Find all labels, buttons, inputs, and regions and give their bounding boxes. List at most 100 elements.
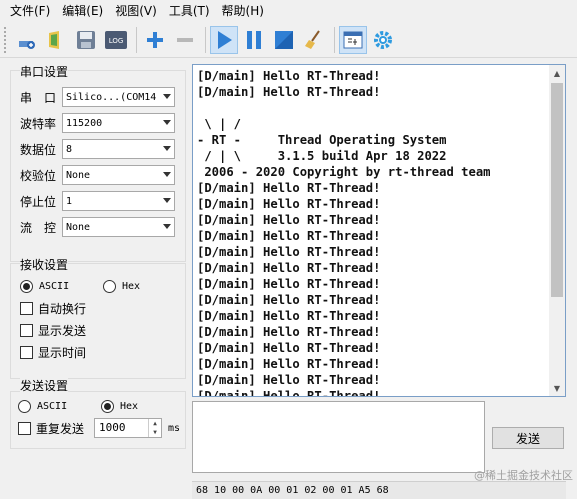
- menu-edit[interactable]: 编辑(E): [56, 0, 109, 22]
- databits-label: 数据位: [20, 142, 57, 157]
- terminal-line: [D/main] Hello RT-Thread!: [197, 293, 381, 307]
- port-value: Silico...(COM14: [66, 91, 157, 103]
- open-icon[interactable]: [42, 26, 70, 54]
- wordwrap-checkbox[interactable]: [20, 301, 33, 315]
- log-icon[interactable]: LOG: [102, 26, 130, 54]
- chevron-down-icon[interactable]: [163, 146, 171, 151]
- window-icon[interactable]: [339, 25, 367, 54]
- showsend-label: 显示发送: [38, 323, 87, 338]
- terminal-line: [D/main] Hello RT-Thread!: [197, 69, 381, 83]
- toolbar-grip[interactable]: [4, 26, 8, 53]
- showtime-row: 显示时间: [20, 341, 86, 363]
- pause-icon[interactable]: [240, 26, 268, 54]
- receive-terminal[interactable]: [D/main] Hello RT-Thread! [D/main] Hello …: [192, 64, 566, 397]
- interval-unit: ms: [168, 422, 181, 434]
- terminal-line: [D/main] Hello RT-Thread!: [197, 373, 381, 387]
- port-select[interactable]: Silico...(COM14: [62, 87, 175, 107]
- chevron-down-icon[interactable]: [163, 172, 171, 177]
- terminal-line: [D/main] Hello RT-Thread!: [197, 357, 381, 371]
- terminal-line: [D/main] Hello RT-Thread!: [197, 229, 381, 243]
- terminal-line: [D/main] Hello RT-Thread!: [197, 213, 381, 227]
- repeat-row: 重复发送 1000 ▲ ▼ ms: [18, 417, 180, 439]
- baud-select[interactable]: 115200: [62, 113, 175, 133]
- menu-tools[interactable]: 工具(T): [163, 0, 216, 22]
- terminal-line: [D/main] Hello RT-Thread!: [197, 325, 381, 339]
- chevron-down-icon[interactable]: ▼: [149, 428, 161, 437]
- parity-label: 校验位: [20, 168, 57, 183]
- menu-view[interactable]: 视图(V): [109, 0, 163, 22]
- chevron-up-icon[interactable]: ▲: [149, 419, 161, 428]
- receive-hex-radio[interactable]: [103, 279, 116, 293]
- stop-icon[interactable]: [270, 26, 298, 54]
- baud-value: 115200: [66, 117, 103, 129]
- databits-select[interactable]: 8: [62, 139, 175, 159]
- receive-ascii-radio[interactable]: [20, 279, 33, 293]
- status-bar: 68 10 00 0A 00 01 02 00 01 A5 68: [192, 481, 566, 499]
- receive-settings-title: 接收设置: [20, 256, 69, 273]
- terminal-line: [D/main] Hello RT-Thread!: [197, 245, 381, 259]
- settings-icon[interactable]: [369, 26, 397, 54]
- toolbar-separator: [205, 26, 206, 53]
- port-label: 串 口: [20, 90, 57, 105]
- toolbar-separator: [136, 26, 137, 53]
- parity-select[interactable]: None: [62, 165, 175, 185]
- repeat-checkbox[interactable]: [18, 421, 31, 435]
- chevron-down-icon[interactable]: [163, 94, 171, 99]
- send-settings-title: 发送设置: [20, 377, 69, 394]
- chevron-down-icon[interactable]: [163, 224, 171, 229]
- terminal-line: - RT - Thread Operating System: [197, 133, 447, 147]
- terminal-line: [D/main] Hello RT-Thread!: [197, 197, 381, 211]
- terminal-line: / | \ 3.1.5 build Apr 18 2022: [197, 149, 447, 163]
- wordwrap-row: 自动换行: [20, 297, 86, 319]
- showsend-row: 显示发送: [20, 319, 86, 341]
- parity-row: 校验位 None: [20, 164, 175, 186]
- terminal-line: [D/main] Hello RT-Thread!: [197, 85, 381, 99]
- flowcontrol-label: 流 控: [20, 220, 57, 235]
- remove-icon[interactable]: [171, 26, 199, 54]
- terminal-line: [D/main] Hello RT-Thread!: [197, 261, 381, 275]
- serial-settings-title: 串口设置: [20, 63, 69, 80]
- send-button[interactable]: 发送: [492, 427, 564, 449]
- send-ascii-radio[interactable]: [18, 399, 31, 413]
- showtime-checkbox[interactable]: [20, 345, 33, 359]
- send-ascii-label: ASCII: [37, 400, 68, 412]
- vertical-scrollbar[interactable]: ▲ ▼: [549, 65, 565, 396]
- terminal-line: 2006 - 2020 Copyright by rt-thread team: [197, 165, 491, 179]
- terminal-output: [D/main] Hello RT-Thread! [D/main] Hello …: [197, 68, 547, 396]
- showsend-checkbox[interactable]: [20, 323, 33, 337]
- svg-text:LOG: LOG: [109, 37, 124, 45]
- toolbar: LOG: [0, 22, 577, 58]
- baud-label: 波特率: [20, 116, 57, 131]
- stopbits-row: 停止位 1: [20, 190, 175, 212]
- clear-icon[interactable]: [300, 26, 328, 54]
- new-icon[interactable]: [12, 26, 40, 54]
- add-icon[interactable]: [141, 26, 169, 54]
- play-icon[interactable]: [210, 25, 238, 54]
- parity-value: None: [66, 169, 91, 181]
- flowcontrol-select[interactable]: None: [62, 217, 175, 237]
- showtime-label: 显示时间: [38, 345, 87, 360]
- toolbar-separator: [334, 26, 335, 53]
- scroll-down-icon[interactable]: ▼: [549, 380, 565, 396]
- send-hex-radio[interactable]: [101, 399, 114, 413]
- baud-row: 波特率 115200: [20, 112, 175, 134]
- menu-file[interactable]: 文件(F): [4, 0, 56, 22]
- scroll-up-icon[interactable]: ▲: [549, 65, 565, 81]
- terminal-line: [D/main] Hello RT-Thread!: [197, 309, 381, 323]
- stopbits-select[interactable]: 1: [62, 191, 175, 211]
- repeat-label: 重复发送: [36, 421, 85, 436]
- interval-value: 1000: [99, 421, 126, 434]
- chevron-down-icon[interactable]: [163, 120, 171, 125]
- save-icon[interactable]: [72, 26, 100, 54]
- chevron-down-icon[interactable]: [163, 198, 171, 203]
- stopbits-value: 1: [66, 195, 73, 207]
- terminal-line: [D/main] Hello RT-Thread!: [197, 341, 381, 355]
- send-mode-row: ASCII Hex: [18, 395, 138, 417]
- wordwrap-label: 自动换行: [38, 301, 87, 316]
- send-input[interactable]: [192, 401, 485, 473]
- interval-stepper[interactable]: 1000 ▲ ▼: [94, 418, 162, 438]
- scroll-thumb[interactable]: [551, 83, 563, 297]
- menu-help[interactable]: 帮助(H): [216, 0, 270, 22]
- terminal-line: [D/main] Hello RT-Thread!: [197, 181, 381, 195]
